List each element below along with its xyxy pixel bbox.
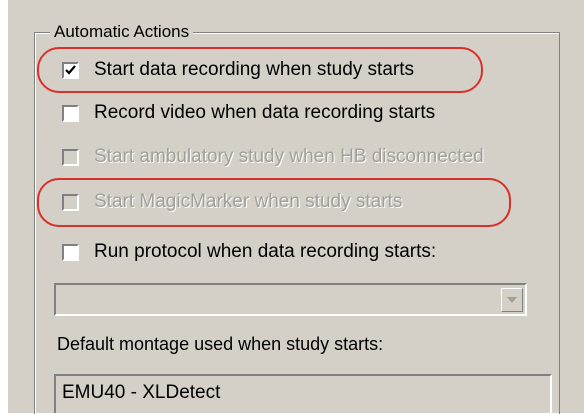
option-start-data-recording[interactable]: Start data recording when study starts: [62, 58, 414, 82]
option-run-protocol[interactable]: Run protocol when data recording starts:: [62, 240, 436, 264]
dropdown-button[interactable]: [501, 288, 523, 312]
option-start-ambulatory-study: Start ambulatory study when HB disconnec…: [62, 145, 484, 169]
option-label: Start MagicMarker when study starts: [94, 191, 403, 212]
default-montage-label: Default montage used when study starts:: [57, 334, 384, 354]
protocol-select[interactable]: [54, 283, 527, 316]
checkbox-start-data-recording[interactable]: [62, 61, 79, 79]
checkbox-start-ambulatory-study: [62, 148, 79, 166]
default-montage-field[interactable]: EMU40 - XLDetect: [54, 374, 552, 413]
option-start-magicmarker: Start MagicMarker when study starts: [62, 190, 402, 214]
check-icon: [65, 64, 76, 75]
option-label: Run protocol when data recording starts:: [94, 241, 437, 262]
groupbox-title: Automatic Actions: [50, 20, 194, 44]
checkbox-record-video[interactable]: [62, 104, 79, 122]
chevron-down-icon: [507, 297, 517, 303]
checkbox-start-magicmarker: [62, 193, 79, 211]
option-record-video[interactable]: Record video when data recording starts: [62, 101, 435, 125]
option-label: Start ambulatory study when HB disconnec…: [94, 146, 484, 167]
checkbox-run-protocol[interactable]: [62, 243, 79, 261]
option-label: Record video when data recording starts: [94, 102, 436, 123]
automatic-actions-dialog: Automatic Actions Start data recording w…: [0, 0, 584, 414]
option-label: Start data recording when study starts: [94, 59, 414, 80]
